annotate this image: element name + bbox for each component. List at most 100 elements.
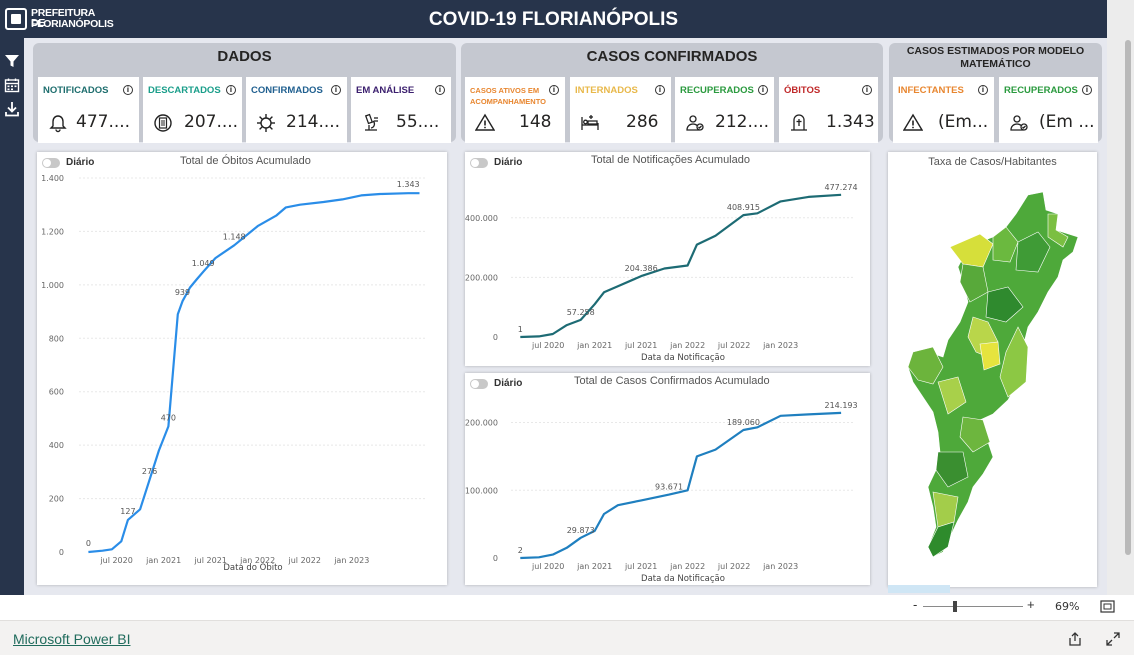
x-tick-label: jan 2022	[669, 562, 705, 571]
data-label: 939	[175, 288, 190, 297]
y-tick-label: 600	[49, 388, 64, 397]
x-tick-label: jan 2023	[333, 556, 369, 565]
data-label: 204.386	[625, 264, 658, 273]
x-tick-label: jul 2021	[624, 341, 657, 350]
footer-bar: Microsoft Power BI	[0, 620, 1134, 655]
kpi-value: 207....	[184, 112, 239, 132]
x-tick-label: jul 2021	[624, 562, 657, 571]
kpi-obitos[interactable]: ÓBITOS i 1.343	[779, 77, 878, 143]
data-label: 1.049	[192, 259, 215, 268]
microscope-icon	[364, 113, 378, 131]
hospital-bed-icon	[581, 115, 599, 130]
data-label: 2	[518, 546, 523, 555]
kpi-descartados[interactable]: DESCARTADOS i 207....	[143, 77, 242, 143]
obitos-chart-panel: Diário Total de Óbitos Acumulado 0 200 400…	[37, 152, 447, 585]
warning-icon	[475, 113, 495, 131]
data-label: 29.873	[567, 526, 595, 535]
x-tick-label: jan 2023	[762, 341, 798, 350]
virus-icon	[257, 114, 275, 132]
fullscreen-icon[interactable]	[1106, 632, 1120, 646]
data-label: 1.343	[397, 180, 420, 189]
data-label: 93.671	[655, 483, 683, 492]
kpi-confirmados[interactable]: CONFIRMADOS i 214....	[246, 77, 347, 143]
kpi-notificados[interactable]: NOTIFICADOS i 477....	[38, 77, 139, 143]
report-header: PREFEITURA DE FLORIANÓPOLIS COVID-19 FLO…	[0, 0, 1107, 38]
kpi-label: ÓBITOS	[784, 85, 821, 96]
series-line	[88, 192, 420, 554]
zoom-slider-handle[interactable]	[953, 601, 957, 612]
power-bi-link[interactable]: Microsoft Power BI	[13, 631, 130, 647]
x-tick-label: jan 2021	[145, 556, 181, 565]
x-tick-label: jul 2022	[717, 341, 750, 350]
data-label: 127	[120, 507, 135, 516]
recovered-person-icon	[1010, 115, 1028, 131]
casos-confirmados-group: CASOS CONFIRMADOS CASOS ATIVOS EM ACOMPA…	[461, 43, 883, 143]
kpi-em-analise[interactable]: EM ANÁLISE i 55....	[351, 77, 451, 143]
download-icon[interactable]	[4, 101, 20, 117]
map-panel: Taxa de Casos/Habitantes	[888, 152, 1097, 593]
y-tick-label: 200.000	[465, 273, 498, 282]
kpi-infectantes[interactable]: INFECTANTES i (Em...	[893, 77, 994, 143]
info-icon[interactable]: i	[758, 85, 768, 95]
zoom-level: 69%	[1055, 600, 1080, 613]
fit-to-page-icon[interactable]	[1100, 600, 1115, 613]
kpi-label: CASOS ATIVOS EM ACOMPANHAMENTO	[470, 86, 546, 106]
y-tick-label: 1.200	[41, 227, 64, 236]
confirmados-line-chart[interactable]: 0 100.000 200.000 jul 2020 jan 2021 jul 2021 j…	[465, 373, 870, 585]
filter-icon[interactable]	[4, 53, 20, 69]
info-icon[interactable]: i	[549, 85, 559, 95]
y-tick-label: 800	[49, 334, 64, 343]
calendar-icon[interactable]	[4, 77, 20, 93]
x-axis-label: Data da Notificação	[641, 574, 725, 584]
info-icon[interactable]: i	[655, 85, 665, 95]
kpi-label: INTERNADOS	[575, 85, 638, 96]
casos-estimados-title: CASOS ESTIMADOS POR MODELO MATEMÁTICO	[906, 45, 1085, 70]
x-tick-label: jul 2022	[288, 556, 321, 565]
info-icon[interactable]: i	[226, 85, 236, 95]
casos-confirmados-title: CASOS CONFIRMADOS	[586, 48, 758, 65]
report-canvas: DADOS NOTIFICADOS i 477.... DESCARTADOS …	[24, 38, 1107, 595]
document-icon	[154, 114, 172, 132]
obitos-line-chart[interactable]: 0 200 400 600 800 1.000 1.200 1.400 jul 2020 jan …	[37, 152, 447, 585]
y-tick-label: 0	[493, 554, 498, 563]
grave-icon	[791, 114, 807, 131]
kpi-label: INFECTANTES	[898, 85, 964, 96]
kpi-value: 477....	[76, 112, 131, 132]
info-icon[interactable]: i	[978, 85, 988, 95]
notificacoes-line-chart[interactable]: 0 200.000 400.000 jul 2020 jan 2021 jul 2021 j…	[465, 152, 870, 366]
info-icon[interactable]: i	[435, 85, 445, 95]
zoom-slider-track[interactable]	[923, 606, 1023, 607]
kpi-value: (Em ...	[1039, 112, 1095, 132]
y-tick-label: 200.000	[465, 419, 498, 428]
y-tick-label: 1.000	[41, 281, 64, 290]
recovered-person-icon	[686, 115, 704, 131]
info-icon[interactable]: i	[331, 85, 341, 95]
florianopolis-choropleth-map[interactable]	[888, 152, 1097, 587]
x-axis-label: Data do Óbito	[223, 561, 282, 573]
info-icon[interactable]: i	[1082, 85, 1092, 95]
notificacoes-chart-panel: Diário Total de Notificações Acumulado 0…	[465, 152, 870, 366]
zoom-in-button[interactable]: +	[1027, 597, 1035, 612]
page-title: COVID-19 FLORIANÓPOLIS	[428, 9, 679, 30]
vertical-scrollbar[interactable]	[1107, 0, 1134, 595]
x-tick-label: jan 2021	[576, 341, 612, 350]
y-tick-label: 400	[49, 441, 64, 450]
kpi-value: 214....	[286, 112, 341, 132]
y-tick-label: 100.000	[465, 486, 498, 495]
x-tick-label: jul 2021	[193, 556, 226, 565]
dados-title: DADOS	[217, 48, 272, 65]
kpi-recuperados[interactable]: RECUPERADOS i 212....	[675, 77, 774, 143]
zoom-out-button[interactable]: -	[913, 597, 917, 612]
x-tick-label: jul 2020	[99, 556, 132, 565]
info-icon[interactable]: i	[123, 85, 133, 95]
share-icon[interactable]	[1068, 632, 1082, 646]
scrollbar-thumb[interactable]	[1125, 40, 1131, 555]
y-tick-label: 1.400	[41, 174, 64, 183]
kpi-internados[interactable]: INTERNADOS i 286	[570, 77, 671, 143]
data-label: 1.148	[223, 232, 246, 241]
kpi-recuperados-estimados[interactable]: RECUPERADOS i (Em ...	[999, 77, 1098, 143]
info-icon[interactable]: i	[862, 85, 872, 95]
x-axis-label: Data da Notificação	[641, 353, 725, 363]
kpi-casos-ativos[interactable]: CASOS ATIVOS EM ACOMPANHAMENTO i 148	[465, 77, 565, 143]
y-tick-label: 0	[493, 333, 498, 342]
